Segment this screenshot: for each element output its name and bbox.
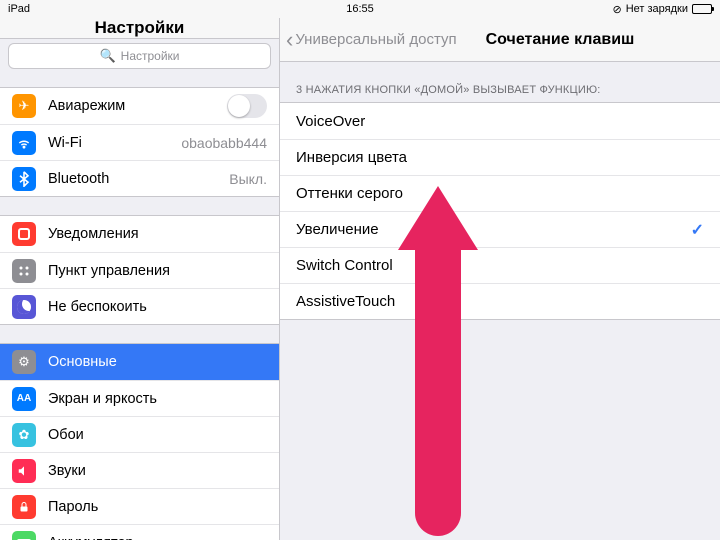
options-list: VoiceOver Инверсия цвета Оттенки серого … xyxy=(280,102,720,320)
sounds-icon xyxy=(12,459,36,483)
sidebar-item-bluetooth[interactable]: Bluetooth Выкл. xyxy=(0,160,279,196)
gear-icon: ⚙ xyxy=(12,350,36,374)
sidebar-group-network: ✈ Авиарежим Wi-Fi obaobabb444 Bluetooth … xyxy=(0,87,279,197)
option-assistivetouch[interactable]: AssistiveTouch xyxy=(280,283,720,319)
wifi-icon xyxy=(12,131,36,155)
checkmark-icon: ✓ xyxy=(691,220,704,240)
back-label: Универсальный доступ xyxy=(295,31,456,48)
sidebar-item-general[interactable]: ⚙ Основные xyxy=(0,344,279,380)
passcode-icon xyxy=(12,495,36,519)
page-title: Сочетание клавиш xyxy=(486,31,635,49)
bluetooth-icon xyxy=(12,167,36,191)
sidebar-item-display[interactable]: AA Экран и яркость xyxy=(0,380,279,416)
airplane-icon: ✈ xyxy=(12,94,36,118)
sidebar-item-dnd[interactable]: Не беспокоить xyxy=(0,288,279,324)
option-invert-colors[interactable]: Инверсия цвета xyxy=(280,139,720,175)
display-icon: AA xyxy=(12,387,36,411)
sidebar-item-passcode[interactable]: Пароль xyxy=(0,488,279,524)
not-charging-icon: ⊘ xyxy=(613,3,622,16)
option-zoom[interactable]: Увеличение✓ xyxy=(280,211,720,247)
dnd-icon xyxy=(12,295,36,319)
detail-header: ‹ Универсальный доступ Сочетание клавиш xyxy=(280,18,720,62)
sidebar-item-sounds[interactable]: Звуки xyxy=(0,452,279,488)
search-icon: 🔍 xyxy=(99,48,115,64)
control-center-icon xyxy=(12,259,36,283)
sidebar-item-notifications[interactable]: Уведомления xyxy=(0,216,279,252)
detail-pane: ‹ Универсальный доступ Сочетание клавиш … xyxy=(280,18,720,540)
notifications-icon xyxy=(12,222,36,246)
search-placeholder: Настройки xyxy=(121,49,180,63)
sidebar-item-airplane[interactable]: ✈ Авиарежим xyxy=(0,88,279,124)
sidebar: Настройки 🔍 Настройки ✈ Авиарежим Wi-Fi … xyxy=(0,18,280,540)
status-bar: iPad 16:55 ⊘ Нет зарядки xyxy=(0,0,720,18)
sidebar-group-general: ⚙ Основные AA Экран и яркость ✿ Обои Зву… xyxy=(0,343,279,540)
sidebar-title: Настройки xyxy=(0,18,279,39)
chevron-left-icon: ‹ xyxy=(286,29,293,51)
sidebar-item-wifi[interactable]: Wi-Fi obaobabb444 xyxy=(0,124,279,160)
option-switch-control[interactable]: Switch Control xyxy=(280,247,720,283)
charge-label: Нет зарядки xyxy=(626,3,688,15)
battery-icon xyxy=(692,4,712,14)
airplane-toggle[interactable] xyxy=(227,94,267,118)
option-grayscale[interactable]: Оттенки серого xyxy=(280,175,720,211)
search-input[interactable]: 🔍 Настройки xyxy=(8,43,271,69)
battery-menu-icon xyxy=(12,531,36,540)
sidebar-item-battery[interactable]: Аккумулятор xyxy=(0,524,279,540)
sidebar-item-control-center[interactable]: Пункт управления xyxy=(0,252,279,288)
wallpaper-icon: ✿ xyxy=(12,423,36,447)
back-button[interactable]: ‹ Универсальный доступ xyxy=(280,29,457,51)
section-header: 3 НАЖАТИЯ КНОПКИ «ДОМОЙ» ВЫЗЫВАЕТ ФУНКЦИ… xyxy=(280,62,720,102)
sidebar-group-notifications: Уведомления Пункт управления Не беспокои… xyxy=(0,215,279,325)
option-voiceover[interactable]: VoiceOver xyxy=(280,103,720,139)
sidebar-item-wallpaper[interactable]: ✿ Обои xyxy=(0,416,279,452)
device-label: iPad xyxy=(8,3,30,15)
